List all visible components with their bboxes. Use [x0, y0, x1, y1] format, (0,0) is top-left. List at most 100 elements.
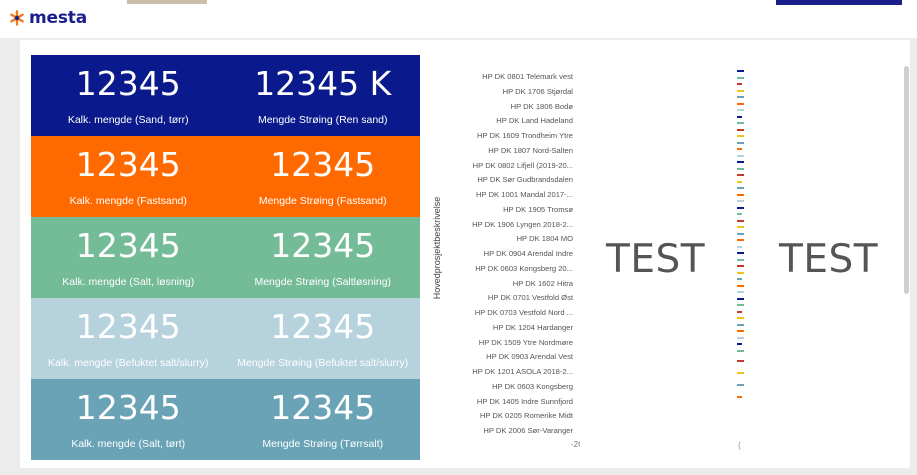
chart-category-label: HP DK 1807 Nord-Salten	[488, 145, 573, 155]
chart-category-label: HP DK 1509 Ytre Nordmøre	[478, 337, 573, 347]
kpi-value: 12345	[270, 226, 376, 265]
marker-dash	[737, 96, 744, 98]
marker-dash	[737, 206, 744, 209]
marker-dash	[737, 284, 744, 287]
kpi-tile[interactable]: 12345 Kalk. mengde (Sand, tørr)	[31, 55, 226, 136]
chart-category-label: HP DK 1001 Mandal 2017-...	[476, 190, 573, 199]
kpi-tile[interactable]: 12345 Kalk. mengde (Fastsand)	[31, 136, 226, 217]
chart-category-list[interactable]: HP DK 0801 Telemark vest HP DK 1706 Stjør…	[445, 70, 573, 439]
marker-dash	[737, 109, 744, 111]
marker-dash	[737, 219, 744, 222]
kpi-row-befuktet: 12345 Kalk. mengde (Befuktet salt/slurry…	[31, 298, 420, 379]
chart-y-axis-title: Hovedprosjektbeskrivelse	[430, 185, 444, 315]
marker-dash	[737, 396, 742, 398]
marker-dash	[737, 271, 744, 274]
marker-dash	[737, 83, 742, 85]
marker-dash	[737, 76, 744, 79]
top-strip-image	[127, 0, 207, 4]
marker-dash	[737, 310, 742, 313]
kpi-value: 12345	[270, 145, 376, 184]
kpi-label: Kalk. mengde (Fastsand)	[69, 195, 187, 207]
chart-category-label: HP DK 0603 Kongsberg 20...	[475, 263, 573, 273]
kpi-tile-grid: 12345 Kalk. mengde (Sand, tørr) 12345 K …	[31, 55, 420, 460]
chart-category-label: HP DK 1804 MO	[516, 234, 573, 244]
marker-dash	[737, 343, 742, 345]
chart-category-label: HP DK 1609 Trondheim Ytre	[477, 131, 573, 140]
marker-dash	[737, 278, 742, 280]
marker-dash	[737, 372, 744, 374]
test-label-left: TEST	[606, 237, 706, 282]
chart-category-label: HP DK 1602 Hitra	[512, 278, 573, 288]
kpi-label: Mengde Strøing (Ren sand)	[257, 114, 388, 126]
test-label-right: TEST	[779, 237, 879, 282]
chart-category-label: HP DK Land Hadeland	[496, 116, 573, 126]
vertical-scrollbar[interactable]	[904, 66, 909, 294]
marker-dash	[737, 336, 744, 339]
kpi-tile[interactable]: 12345 K Mengde Strøing (Ren sand)	[226, 55, 421, 136]
marker-dash	[737, 213, 742, 215]
kpi-label: Kalk. mengde (Befuktet salt/slurry)	[48, 357, 209, 369]
mesta-logo[interactable]: mesta	[9, 8, 87, 28]
chart-category-label: HP DK 1706 Stjørdal	[502, 86, 573, 96]
kpi-label: Kalk. mengde (Salt, løsning)	[62, 276, 195, 288]
marker-dash	[737, 252, 744, 254]
chart-category-label: HP DK 1405 Indre Sunnfjord	[476, 396, 573, 406]
kpi-label: Mengde Strøing (Tørrsalt)	[262, 438, 384, 450]
chart-category-label: HP DK 2006 Sør-Varanger	[483, 426, 573, 435]
chart-category-label: HP DK 0701 Vestfold Øst	[487, 293, 573, 303]
kpi-label: Mengde Strøing (Saltløsning)	[254, 276, 392, 288]
kpi-tile[interactable]: 12345 Kalk. mengde (Befuktet salt/slurry…	[31, 298, 226, 379]
kpi-value: 12345	[270, 307, 376, 346]
kpi-value: 12345	[75, 388, 181, 427]
kpi-tile[interactable]: 12345 Kalk. mengde (Salt, løsning)	[31, 217, 226, 298]
kpi-label: Kalk. mengde (Salt, tørt)	[71, 438, 186, 450]
marker-dash	[737, 174, 744, 176]
chart-category-label: HP DK 0903 Arendal Vest	[486, 352, 573, 362]
marker-dash	[737, 70, 744, 72]
chart-category-label: HP DK 0802 Lifjell (2019-20...	[472, 160, 573, 170]
kpi-label: Mengde Strøing (Fastsand)	[258, 195, 387, 207]
kpi-value: 12345	[270, 388, 376, 427]
kpi-row-saltlosning: 12345 Kalk. mengde (Salt, løsning) 12345…	[31, 217, 420, 298]
mesta-star-icon	[10, 10, 24, 26]
marker-dash	[737, 128, 744, 131]
kpi-row-fastsand: 12345 Kalk. mengde (Fastsand) 12345 Meng…	[31, 136, 420, 217]
kpi-tile[interactable]: 12345 Mengde Strøing (Tørrsalt)	[226, 379, 421, 460]
marker-dash	[737, 226, 744, 228]
kpi-label: Kalk. mengde (Sand, tørr)	[67, 114, 189, 126]
y-axis-title-text: Hovedprosjektbeskrivelse	[432, 196, 442, 300]
marker-dash	[737, 317, 744, 319]
kpi-tile[interactable]: 12345 Mengde Strøing (Fastsand)	[226, 136, 421, 217]
marker-dash	[737, 200, 744, 202]
kpi-row-sand: 12345 Kalk. mengde (Sand, tørr) 12345 K …	[31, 55, 420, 136]
marker-dash	[737, 265, 744, 267]
marker-dash	[737, 135, 744, 137]
marker-dash	[737, 297, 744, 300]
chart-category-label: HP DK 0205 Romerike Midt	[479, 411, 573, 421]
marker-dash	[737, 148, 742, 150]
marker-dash	[737, 187, 744, 189]
kpi-tile[interactable]: 12345 Mengde Strøing (Befuktet salt/slur…	[226, 298, 421, 379]
kpi-label: Mengde Strøing (Befuktet salt/slurry)	[237, 357, 409, 369]
chart-category-label: HP DK 0801 Telemark vest	[482, 72, 573, 81]
marker-dash	[737, 232, 744, 235]
kpi-value: 12345	[75, 64, 181, 103]
kpi-tile[interactable]: 12345 Kalk. mengde (Salt, tørt)	[31, 379, 226, 460]
marker-dash	[737, 193, 744, 196]
kpi-value: 12345	[75, 145, 181, 184]
marker-dash	[737, 167, 744, 170]
kpi-value: 12345	[75, 226, 181, 265]
kpi-tile[interactable]: 12345 Mengde Strøing (Saltløsning)	[226, 217, 421, 298]
chart-category-label: HP DK 0904 Arendal Indre	[483, 249, 573, 258]
mini-marker-column	[737, 70, 745, 460]
marker-dash	[737, 239, 744, 241]
marker-dash	[737, 384, 744, 386]
chart-category-label: HP DK 1201 ASOLA 2018-2...	[472, 367, 573, 376]
marker-dash	[737, 102, 744, 105]
marker-dash	[737, 323, 744, 326]
kpi-value: 12345 K	[254, 64, 392, 103]
marker-dash	[737, 291, 744, 293]
top-strip-accent	[776, 0, 902, 5]
marker-dash	[737, 258, 744, 261]
small-axis-tick: {	[738, 441, 741, 450]
